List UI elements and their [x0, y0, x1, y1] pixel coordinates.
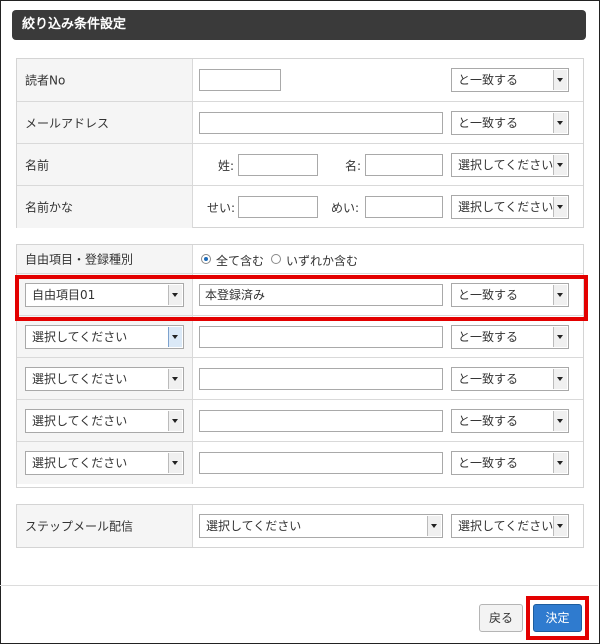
- radio-any-include-label: いずれか含む: [286, 254, 359, 268]
- radio-all-include-label: 全て含む: [216, 254, 265, 268]
- chevron-down-icon: [168, 411, 182, 431]
- sei-kana-input[interactable]: [238, 196, 318, 218]
- chevron-down-icon: [553, 453, 567, 473]
- free-item-match-select[interactable]: と一致する: [451, 325, 569, 349]
- chevron-down-icon: [553, 155, 567, 175]
- chevron-down-icon: [553, 327, 567, 347]
- free-item-row: 選択してください と一致する: [17, 399, 583, 442]
- sei-kana-label: せい:: [207, 201, 236, 215]
- free-item-row: 選択してください と一致する: [17, 441, 583, 484]
- chevron-down-icon: [168, 327, 182, 347]
- free-item-field-select[interactable]: 選択してください: [25, 325, 184, 349]
- name-match-select[interactable]: 選択してください: [451, 153, 569, 177]
- email-match-select[interactable]: と一致する: [451, 111, 569, 135]
- sei-label: 姓:: [218, 159, 235, 173]
- chevron-down-icon: [553, 516, 567, 536]
- chevron-down-icon: [168, 369, 182, 389]
- free-item-row: 選択してください と一致する: [17, 315, 583, 358]
- filter-row-name-kana: 名前かな せい: めい: 選択してください: [17, 185, 583, 228]
- name-kana-label: 名前かな: [25, 200, 74, 215]
- filter-row-email: メールアドレス と一致する: [17, 101, 583, 144]
- name-label: 名前: [25, 158, 50, 173]
- step-mail-section: ステップメール配信 選択してください 選択してください: [16, 504, 584, 548]
- filter-row-step-mail: ステップメール配信 選択してください 選択してください: [17, 505, 583, 547]
- dialog-title: 絞り込み条件設定: [12, 10, 586, 40]
- free-item-value-input[interactable]: [199, 326, 443, 348]
- free-item-field-select[interactable]: 選択してください: [25, 409, 184, 433]
- ok-button[interactable]: 決定: [533, 604, 582, 632]
- step-mail-label: ステップメール配信: [25, 519, 134, 534]
- free-item-field-select[interactable]: 選択してください: [25, 367, 184, 391]
- basic-filter-section: 読者No と一致する メールアドレス と一致する 名前 姓: 名: 選択してくだ…: [16, 58, 584, 228]
- footer-divider: [0, 585, 598, 586]
- reader-no-label: 読者No: [25, 73, 66, 88]
- chevron-down-icon: [553, 197, 567, 217]
- free-item-value-input[interactable]: [199, 410, 443, 432]
- free-item-value-input[interactable]: [199, 368, 443, 390]
- free-item-value-input[interactable]: [199, 452, 443, 474]
- chevron-down-icon: [553, 369, 567, 389]
- back-button[interactable]: 戻る: [479, 604, 523, 632]
- mei-input[interactable]: [365, 154, 443, 176]
- sei-input[interactable]: [238, 154, 318, 176]
- highlight-box-free-item-row: [15, 275, 588, 321]
- reader-no-match-select[interactable]: と一致する: [451, 68, 569, 92]
- free-item-row: 選択してください と一致する: [17, 357, 583, 400]
- email-label: メールアドレス: [25, 116, 110, 131]
- free-item-match-select[interactable]: と一致する: [451, 367, 569, 391]
- step-mail-match-select[interactable]: 選択してください: [451, 514, 569, 538]
- filter-row-reader-no: 読者No と一致する: [17, 59, 583, 101]
- mei-label: 名:: [345, 159, 362, 173]
- chevron-down-icon: [553, 411, 567, 431]
- step-mail-select[interactable]: 選択してください: [199, 514, 443, 538]
- filter-row-name: 名前 姓: 名: 選択してください: [17, 143, 583, 186]
- free-item-field-select[interactable]: 選択してください: [25, 451, 184, 475]
- reader-no-input[interactable]: [199, 69, 281, 91]
- free-item-match-select[interactable]: と一致する: [451, 451, 569, 475]
- name-kana-match-select[interactable]: 選択してください: [451, 195, 569, 219]
- email-input[interactable]: [199, 112, 443, 134]
- chevron-down-icon: [553, 70, 567, 90]
- chevron-down-icon: [427, 516, 441, 536]
- chevron-down-icon: [168, 453, 182, 473]
- radio-any-include[interactable]: [271, 254, 281, 264]
- mei-kana-label: めい:: [331, 201, 360, 215]
- radio-all-include[interactable]: [201, 254, 211, 264]
- free-item-header-row: 自由項目・登録種別 全て含む いずれか含む: [17, 245, 583, 273]
- free-item-header-label: 自由項目・登録種別: [25, 252, 134, 267]
- mei-kana-input[interactable]: [365, 196, 443, 218]
- free-item-match-select[interactable]: と一致する: [451, 409, 569, 433]
- chevron-down-icon: [553, 113, 567, 133]
